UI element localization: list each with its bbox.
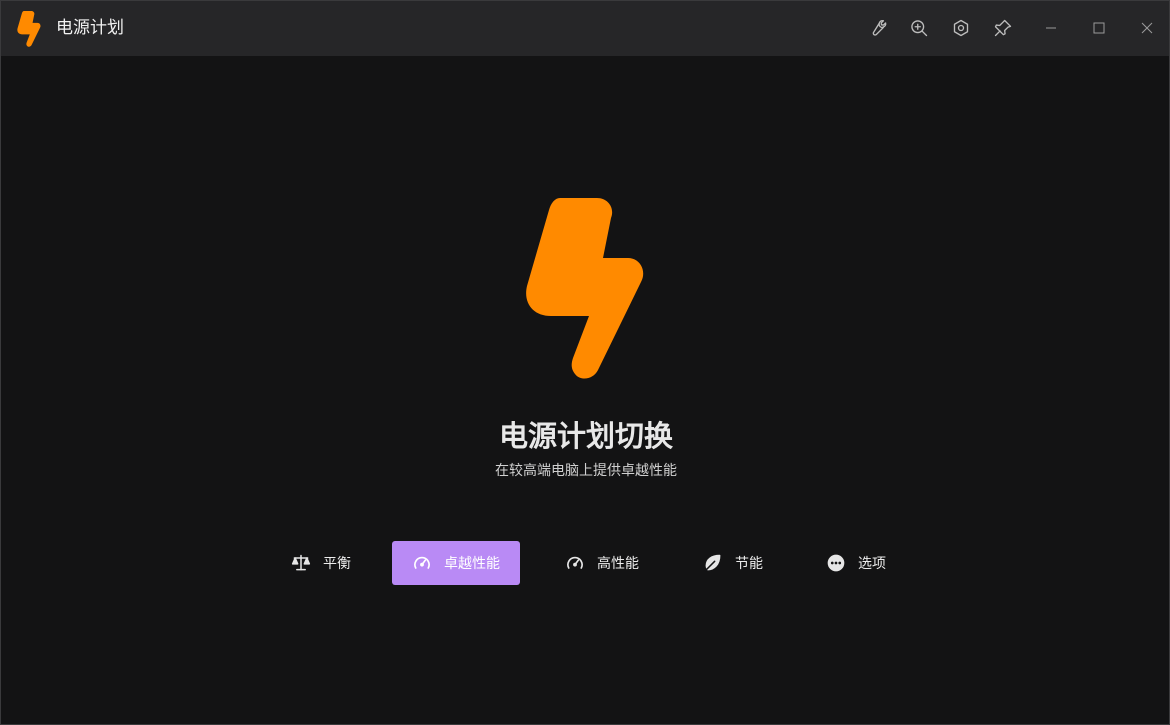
close-icon — [1141, 22, 1153, 34]
title-bar[interactable]: 电源计划 — [1, 1, 1169, 56]
lightning-bolt-icon — [526, 198, 644, 379]
maximize-button[interactable] — [1085, 14, 1113, 42]
wrench-icon — [872, 19, 887, 36]
zoom-in-icon — [911, 20, 928, 37]
lightning-bolt-icon — [17, 11, 41, 47]
tab-high-performance[interactable]: 高性能 — [546, 541, 658, 585]
wrench-button[interactable] — [863, 14, 891, 42]
minimize-button[interactable] — [1037, 14, 1065, 42]
close-button[interactable] — [1133, 14, 1161, 42]
tab-options[interactable]: 选项 — [806, 541, 906, 585]
page-title: 电源计划切换 — [498, 419, 673, 453]
tab-label: 高性能 — [597, 556, 639, 572]
tab-label: 节能 — [735, 556, 763, 572]
pin-button[interactable] — [989, 14, 1017, 42]
tab-label: 卓越性能 — [444, 556, 500, 572]
tab-balanced[interactable]: 平衡 — [271, 541, 371, 585]
leaf-icon — [703, 553, 723, 573]
maximize-icon — [1093, 22, 1105, 34]
tab-label: 平衡 — [323, 556, 351, 572]
main-content: 电源计划切换 在较高端电脑上提供卓越性能 平衡 卓越性能 高性能 节能 选项 — [1, 56, 1169, 724]
app-window: 电源计划 电源计划切换 在较高端电脑上提供卓越性能 平衡 卓越性能 高性能 节能… — [0, 0, 1170, 725]
gauge-icon — [565, 553, 585, 573]
settings-button[interactable] — [947, 14, 975, 42]
minimize-icon — [1046, 27, 1056, 29]
power-plan-tabs: 平衡 卓越性能 高性能 节能 选项 — [1, 541, 1170, 585]
more-options-icon — [826, 553, 846, 573]
app-title: 电源计划 — [56, 18, 124, 38]
balance-scale-icon — [291, 553, 311, 573]
tab-label: 选项 — [858, 556, 886, 572]
tab-power-saver[interactable]: 节能 — [683, 541, 783, 585]
zoom-in-button[interactable] — [905, 14, 933, 42]
page-subtitle: 在较高端电脑上提供卓越性能 — [495, 463, 677, 479]
tab-ultimate-performance[interactable]: 卓越性能 — [392, 541, 520, 585]
gauge-icon — [412, 553, 432, 573]
settings-icon — [953, 19, 969, 37]
pin-icon — [994, 19, 1012, 37]
